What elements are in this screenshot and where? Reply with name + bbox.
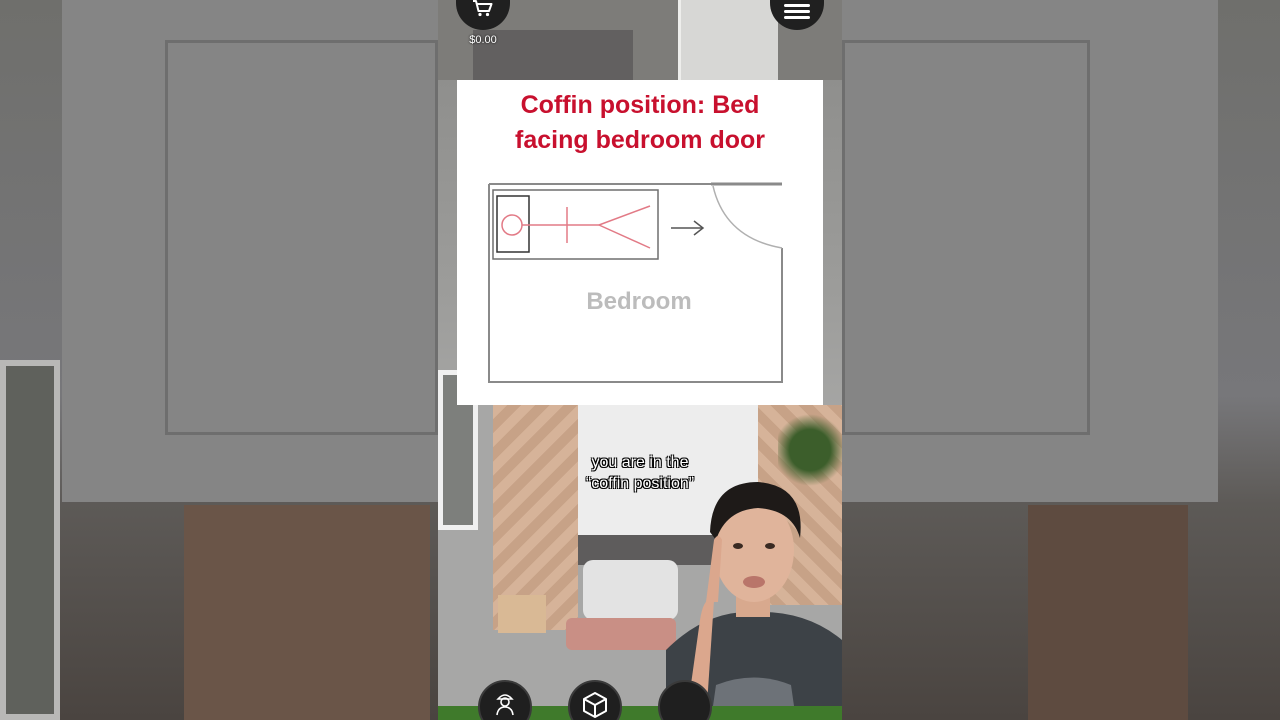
- background-floor: [184, 505, 430, 720]
- builder-character-icon: [494, 690, 516, 720]
- floor-plan-diagram: Bedroom: [488, 182, 783, 383]
- cart-total: $0.00: [469, 34, 497, 46]
- door-swing-arc: [712, 185, 783, 249]
- background-right-blur: [842, 0, 1280, 720]
- background-frame: [165, 40, 438, 435]
- background-window: [0, 360, 60, 720]
- background-floor: [1028, 505, 1188, 720]
- shopping-cart-icon: [472, 0, 494, 22]
- room-box: [498, 595, 546, 633]
- room-outline: [488, 184, 783, 383]
- background-left-blur: [0, 0, 438, 720]
- figure-leg-lower: [598, 224, 651, 249]
- room-label: Bedroom: [586, 288, 691, 315]
- figure-leg-upper: [598, 205, 651, 226]
- room-door: [678, 0, 778, 80]
- diagram-card: Coffin position: Bed facing bedroom door…: [457, 80, 823, 405]
- background-frame: [842, 40, 1090, 435]
- cube-3d-icon: [581, 690, 609, 720]
- video-frame: $0.00 Coffin position: Bed facing bedroo…: [438, 0, 842, 720]
- figure-head: [501, 214, 523, 236]
- room-bed: [566, 618, 676, 650]
- room-pillow: [583, 560, 678, 620]
- hamburger-menu-icon: [784, 1, 810, 22]
